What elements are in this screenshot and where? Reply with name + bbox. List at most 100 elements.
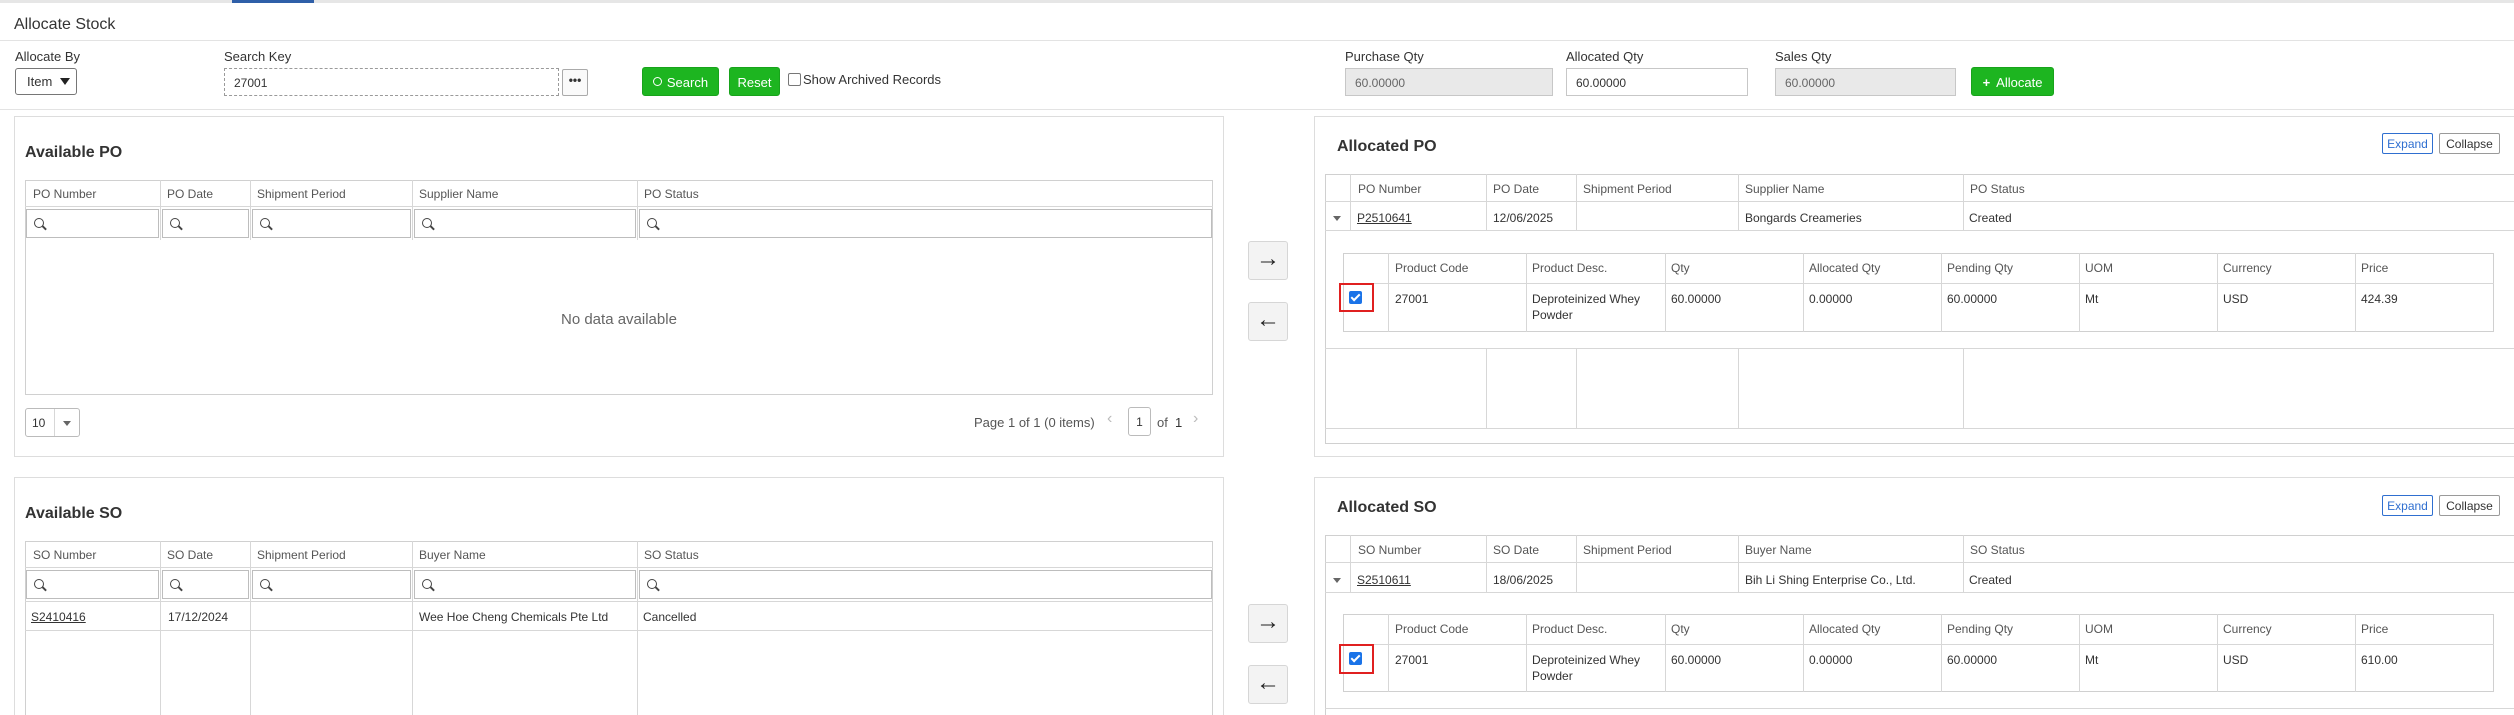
col-so-number[interactable]: SO Number [1358,543,1421,557]
col-po-date[interactable]: PO Date [167,187,213,201]
col-allocated-qty[interactable]: Allocated Qty [1809,261,1880,275]
col-supplier-name[interactable]: Supplier Name [419,187,498,201]
col-po-number[interactable]: PO Number [1358,182,1421,196]
col-so-status[interactable]: SO Status [644,548,699,562]
po-date-cell: 12/06/2025 [1493,211,1554,225]
show-archived-checkbox[interactable] [788,73,801,86]
filter-supplier-name[interactable] [414,209,636,238]
move-left-po-button[interactable]: ← [1248,302,1288,341]
next-page-icon[interactable]: › [1193,410,1198,428]
so-number-link[interactable]: S2410416 [31,609,86,625]
col-divider [1576,535,1577,592]
col-divider [1388,614,1389,692]
col-divider [1526,614,1527,692]
collapse-so-button[interactable]: Collapse [2439,495,2500,516]
po-detail-grid [1343,253,2494,332]
col-divider [1963,348,1964,428]
col-product-code[interactable]: Product Code [1395,261,1468,275]
allocated-qty-cell: 0.00000 [1809,653,1853,667]
filter-po-date[interactable] [162,209,249,238]
col-product-desc[interactable]: Product Desc. [1532,622,1607,636]
col-divider [1665,253,1666,332]
col-product-code[interactable]: Product Code [1395,622,1468,636]
allocated-qty-field[interactable]: 60.00000 [1566,68,1748,96]
expand-po-button[interactable]: Expand [2382,133,2433,154]
col-divider [1486,348,1487,428]
available-so-title: Available SO [25,505,123,522]
plus-icon: + [1982,75,1991,90]
collapse-po-button[interactable]: Collapse [2439,133,2500,154]
col-supplier-name[interactable]: Supplier Name [1745,182,1824,196]
filter-po-status[interactable] [639,209,1212,238]
col-po-status[interactable]: PO Status [1970,182,2025,196]
filter-shipment-period[interactable] [252,570,411,599]
col-allocated-qty[interactable]: Allocated Qty [1809,622,1880,636]
col-shipment-period[interactable]: Shipment Period [257,187,346,201]
col-buyer-name[interactable]: Buyer Name [419,548,486,562]
price-cell: 610.00 [2361,653,2398,667]
browse-button[interactable]: ••• [562,69,588,96]
col-price[interactable]: Price [2361,622,2388,636]
search-icon [260,579,270,589]
po-line-checkbox[interactable] [1349,291,1362,304]
col-currency[interactable]: Currency [2223,622,2272,636]
col-po-date[interactable]: PO Date [1493,182,1539,196]
available-po-title: Available PO [25,144,123,161]
col-shipment-period[interactable]: Shipment Period [1583,182,1672,196]
search-button[interactable]: Search [642,67,719,96]
col-po-status[interactable]: PO Status [644,187,699,201]
col-divider [250,180,251,240]
col-qty[interactable]: Qty [1671,622,1690,636]
filter-so-date[interactable] [162,570,249,599]
collapse-row-icon[interactable] [1333,578,1341,583]
current-page-input[interactable]: 1 [1128,407,1151,436]
po-number-link[interactable]: P2510641 [1357,210,1412,226]
collapse-row-icon[interactable] [1333,216,1341,221]
prev-page-icon[interactable]: ‹ [1107,410,1112,428]
search-key-input[interactable]: 27001 [224,68,559,96]
reset-button[interactable]: Reset [729,67,780,96]
allocated-po-title: Allocated PO [1337,138,1437,155]
pending-qty-cell: 60.00000 [1947,292,1998,306]
uom-cell: Mt [2085,653,2099,667]
filter-so-status[interactable] [639,570,1212,599]
so-number-link[interactable]: S2510611 [1357,572,1411,588]
col-so-date[interactable]: SO Date [1493,543,1539,557]
show-archived-label: Show Archived Records [803,72,942,87]
move-right-so-button[interactable]: → [1248,604,1288,643]
filter-so-number[interactable] [26,570,159,599]
col-pending-qty[interactable]: Pending Qty [1947,622,2013,636]
search-key-label: Search Key [224,49,292,64]
so-line-checkbox[interactable] [1349,652,1362,665]
col-price[interactable]: Price [2361,261,2388,275]
col-product-desc[interactable]: Product Desc. [1532,261,1607,275]
col-buyer-name[interactable]: Buyer Name [1745,543,1812,557]
col-pending-qty[interactable]: Pending Qty [1947,261,2013,275]
row-divider [1325,708,2514,709]
allocate-by-select[interactable]: Item [15,68,77,95]
col-divider [1486,535,1487,592]
col-po-number[interactable]: PO Number [33,187,96,201]
search-icon [34,579,44,589]
expand-so-button[interactable]: Expand [2382,495,2433,516]
move-left-so-button[interactable]: ← [1248,665,1288,704]
col-divider [1388,253,1389,332]
col-so-number[interactable]: SO Number [33,548,96,562]
col-divider [1941,253,1942,332]
col-shipment-period[interactable]: Shipment Period [257,548,346,562]
search-icon [647,579,657,589]
filter-po-number[interactable] [26,209,159,238]
col-shipment-period[interactable]: Shipment Period [1583,543,1672,557]
move-right-po-button[interactable]: → [1248,241,1288,280]
allocate-button[interactable]: + Allocate [1971,67,2054,96]
col-uom[interactable]: UOM [2085,261,2113,275]
col-uom[interactable]: UOM [2085,622,2113,636]
col-so-date[interactable]: SO Date [167,548,213,562]
page-size-select[interactable]: 10 [25,408,80,437]
col-qty[interactable]: Qty [1671,261,1690,275]
filter-buyer-name[interactable] [414,570,636,599]
filter-shipment-period[interactable] [252,209,411,238]
col-currency[interactable]: Currency [2223,261,2272,275]
col-so-status[interactable]: SO Status [1970,543,2025,557]
no-data-message: No data available [561,311,677,328]
